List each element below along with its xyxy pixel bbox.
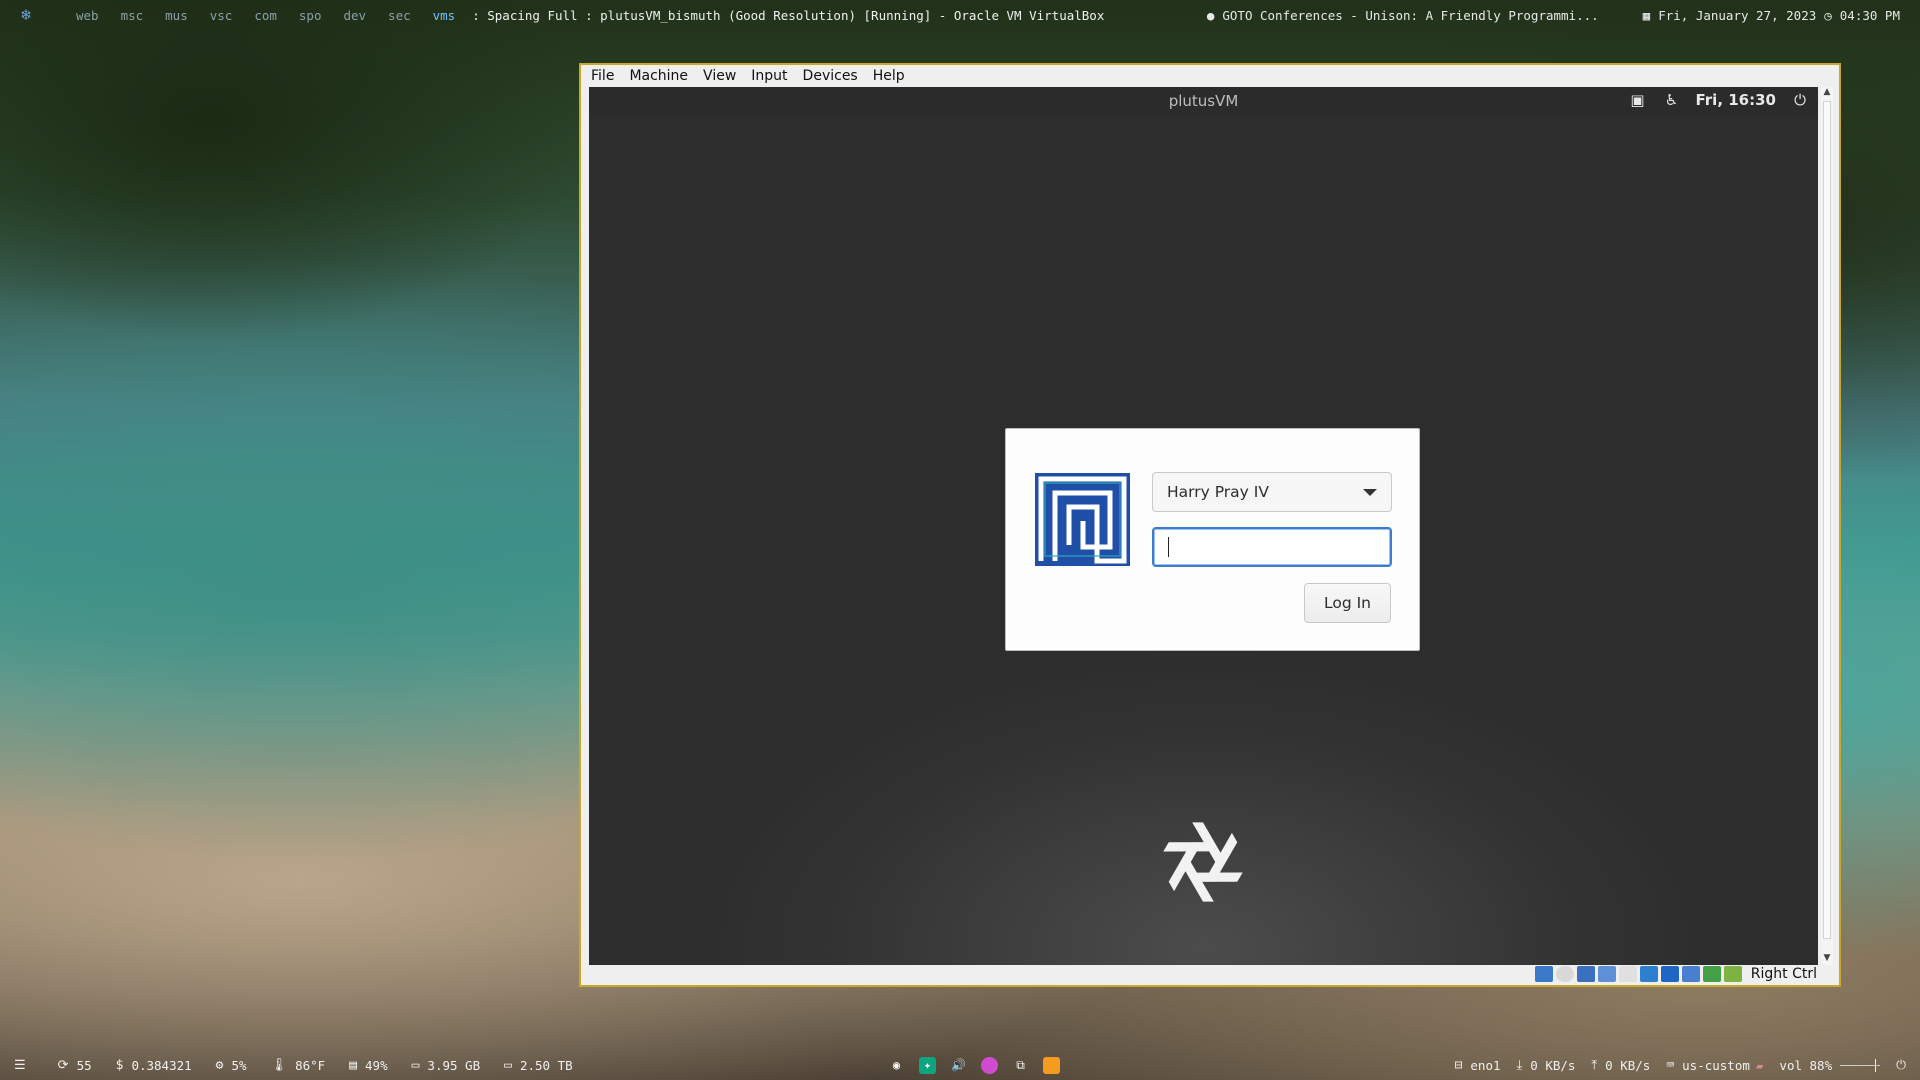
menu-bar: File Machine View Input Devices Help [581, 65, 1839, 87]
volume-level[interactable]: vol 88% [1779, 1058, 1832, 1073]
disk-usage-2: 2.50 TB [519, 1057, 573, 1073]
login-button[interactable]: Log In [1304, 583, 1391, 623]
time-text: 04:30 PM [1839, 7, 1900, 23]
menu-icon[interactable]: ☰ [14, 1058, 26, 1073]
workspace-spo[interactable]: spo [288, 8, 333, 23]
usb-icon[interactable] [1618, 966, 1637, 982]
media-icon: ● [1206, 7, 1215, 23]
scroll-thumb[interactable] [1823, 101, 1831, 939]
bottom-right-widgets: ⊟ eno1 ⤓ 0 KB/s ⤒ 0 KB/s ⌨ us-custom ▰ vol 88… [1455, 1057, 1906, 1073]
download-speed: 0 KB/s [1530, 1057, 1576, 1073]
virtualbox-tray-icon[interactable]: ⧉ [1012, 1057, 1029, 1074]
topbar-right: ● GOTO Conferences - Unison: A Friendly … [1207, 0, 1900, 30]
chevron-down-icon [1363, 489, 1377, 496]
optical-drive-icon[interactable] [1555, 966, 1574, 982]
price-value: 0.384321 [131, 1057, 192, 1073]
workspace-list: web msc mus vsc com spo dev sec vms [65, 8, 466, 23]
calendar-icon: ▦ [1642, 7, 1651, 23]
menu-file[interactable]: File [591, 68, 614, 84]
media-title[interactable]: GOTO Conferences - Unison: A Friendly Pr… [1222, 8, 1598, 23]
workspace-mus[interactable]: mus [154, 8, 199, 23]
nixos-menu-icon[interactable]: ❄ [17, 6, 35, 24]
clock-icon: ◷ [1824, 7, 1832, 23]
vertical-scrollbar[interactable]: ▲ ▼ [1821, 87, 1833, 965]
power-icon[interactable]: ⏻ [1896, 1057, 1906, 1073]
audio-icon[interactable] [1576, 966, 1595, 982]
workspace-dev[interactable]: dev [332, 8, 377, 23]
workspace-web[interactable]: web [65, 8, 110, 23]
login-dialog: Harry Pray IV Log In [1005, 428, 1420, 651]
workspace-msc[interactable]: msc [110, 8, 155, 23]
gnome-status-area: ▣ ♿ Fri, 16:30 ⏻ [1628, 90, 1811, 110]
upload-icon: ⤒ [1591, 1057, 1598, 1073]
keyboard-layout[interactable]: us-custom [1682, 1058, 1750, 1073]
flag-icon: ▰ [1755, 1057, 1764, 1073]
scroll-up-icon[interactable]: ▲ [1821, 87, 1833, 99]
updates-count: 55 [76, 1057, 92, 1073]
menu-help[interactable]: Help [873, 68, 905, 84]
recording-icon[interactable] [1681, 966, 1700, 982]
gnome-top-bar: plutusVM ▣ ♿ Fri, 16:30 ⏻ [589, 87, 1818, 115]
power-icon[interactable]: ⏻ [1790, 90, 1810, 110]
ethernet-icon: ⊟ [1454, 1057, 1463, 1073]
host-key-label: Right Ctrl [1750, 966, 1817, 982]
thermometer-icon: 🌡 [270, 1057, 288, 1073]
text-cursor [1168, 537, 1169, 557]
chatgpt-icon[interactable]: ✦ [919, 1056, 936, 1074]
mouse-integration-icon[interactable] [1723, 966, 1742, 982]
virtualbox-window: File Machine View Input Devices Help plu… [579, 63, 1841, 987]
menu-view[interactable]: View [703, 68, 736, 84]
memory-usage: 49% [365, 1057, 388, 1073]
network-icon[interactable] [1597, 966, 1616, 982]
network-interface: eno1 [1470, 1057, 1501, 1073]
memory-icon: ▤ [349, 1057, 358, 1073]
volume-slider[interactable] [1840, 1058, 1881, 1072]
vm-display[interactable]: plutusVM ▣ ♿ Fri, 16:30 ⏻ Harry Pray IV [589, 87, 1818, 965]
updates-icon: ⟳ [57, 1057, 69, 1073]
workspace-vsc[interactable]: vsc [199, 8, 244, 23]
nixos-logo [1158, 822, 1248, 902]
bottom-bar: ☰ ⟳ 55 $0.384321 ⚙ 5% 🌡 86°F ▤ 49% ▭ 3.95 GB … [0, 1050, 1920, 1080]
disk-usage-1: 3.95 GB [427, 1057, 481, 1073]
distro-logo [1035, 473, 1130, 566]
firefox-icon[interactable] [981, 1056, 998, 1074]
disk-icon: ▭ [411, 1057, 420, 1073]
workspace-vms[interactable]: vms [422, 8, 467, 23]
shared-folders-icon[interactable] [1639, 966, 1658, 982]
workspace-sec[interactable]: sec [377, 8, 422, 23]
temperature: 86°F [295, 1057, 326, 1073]
upload-speed: 0 KB/s [1605, 1057, 1651, 1073]
menu-machine[interactable]: Machine [629, 68, 688, 84]
screen-reader-icon[interactable]: ▣ [1628, 90, 1648, 110]
guest-clock[interactable]: Fri, 16:30 [1696, 91, 1777, 109]
selected-user: Harry Pray IV [1167, 483, 1269, 501]
window-title: : Spacing Full : plutusVM_bismuth (Good … [472, 7, 1105, 23]
keyboard-icon: ⌨ [1666, 1057, 1675, 1073]
vbox-status-bar: Right Ctrl [581, 963, 1839, 985]
password-input[interactable] [1152, 527, 1392, 567]
menu-input[interactable]: Input [751, 68, 787, 84]
display-icon[interactable] [1660, 966, 1679, 982]
accessibility-icon[interactable]: ♿ [1662, 90, 1682, 110]
discord-icon[interactable]: ◉ [888, 1057, 905, 1074]
cpu-icon: ⚙ [215, 1057, 224, 1073]
system-tray: ◉ ✦ 🔊 ⧉ [888, 1056, 1060, 1074]
disk-icon: ▭ [504, 1057, 512, 1073]
notes-icon[interactable] [1043, 1056, 1060, 1074]
dollar-icon: $ [115, 1057, 124, 1073]
top-bar: ❄ web msc mus vsc com spo dev sec vms : … [0, 0, 1920, 30]
user-select[interactable]: Harry Pray IV [1152, 472, 1392, 512]
cpu-icon[interactable] [1702, 966, 1721, 982]
download-icon: ⤓ [1516, 1057, 1523, 1073]
hard-disk-icon[interactable] [1534, 966, 1553, 982]
workspace-com[interactable]: com [243, 8, 288, 23]
date-text: Fri, January 27, 2023 [1658, 7, 1817, 23]
volume-icon[interactable]: 🔊 [950, 1057, 967, 1074]
bottom-left-widgets: ☰ ⟳ 55 $0.384321 ⚙ 5% 🌡 86°F ▤ 49% ▭ 3.95 GB … [14, 1058, 597, 1073]
cpu-usage: 5% [231, 1057, 247, 1073]
menu-devices[interactable]: Devices [803, 68, 858, 84]
